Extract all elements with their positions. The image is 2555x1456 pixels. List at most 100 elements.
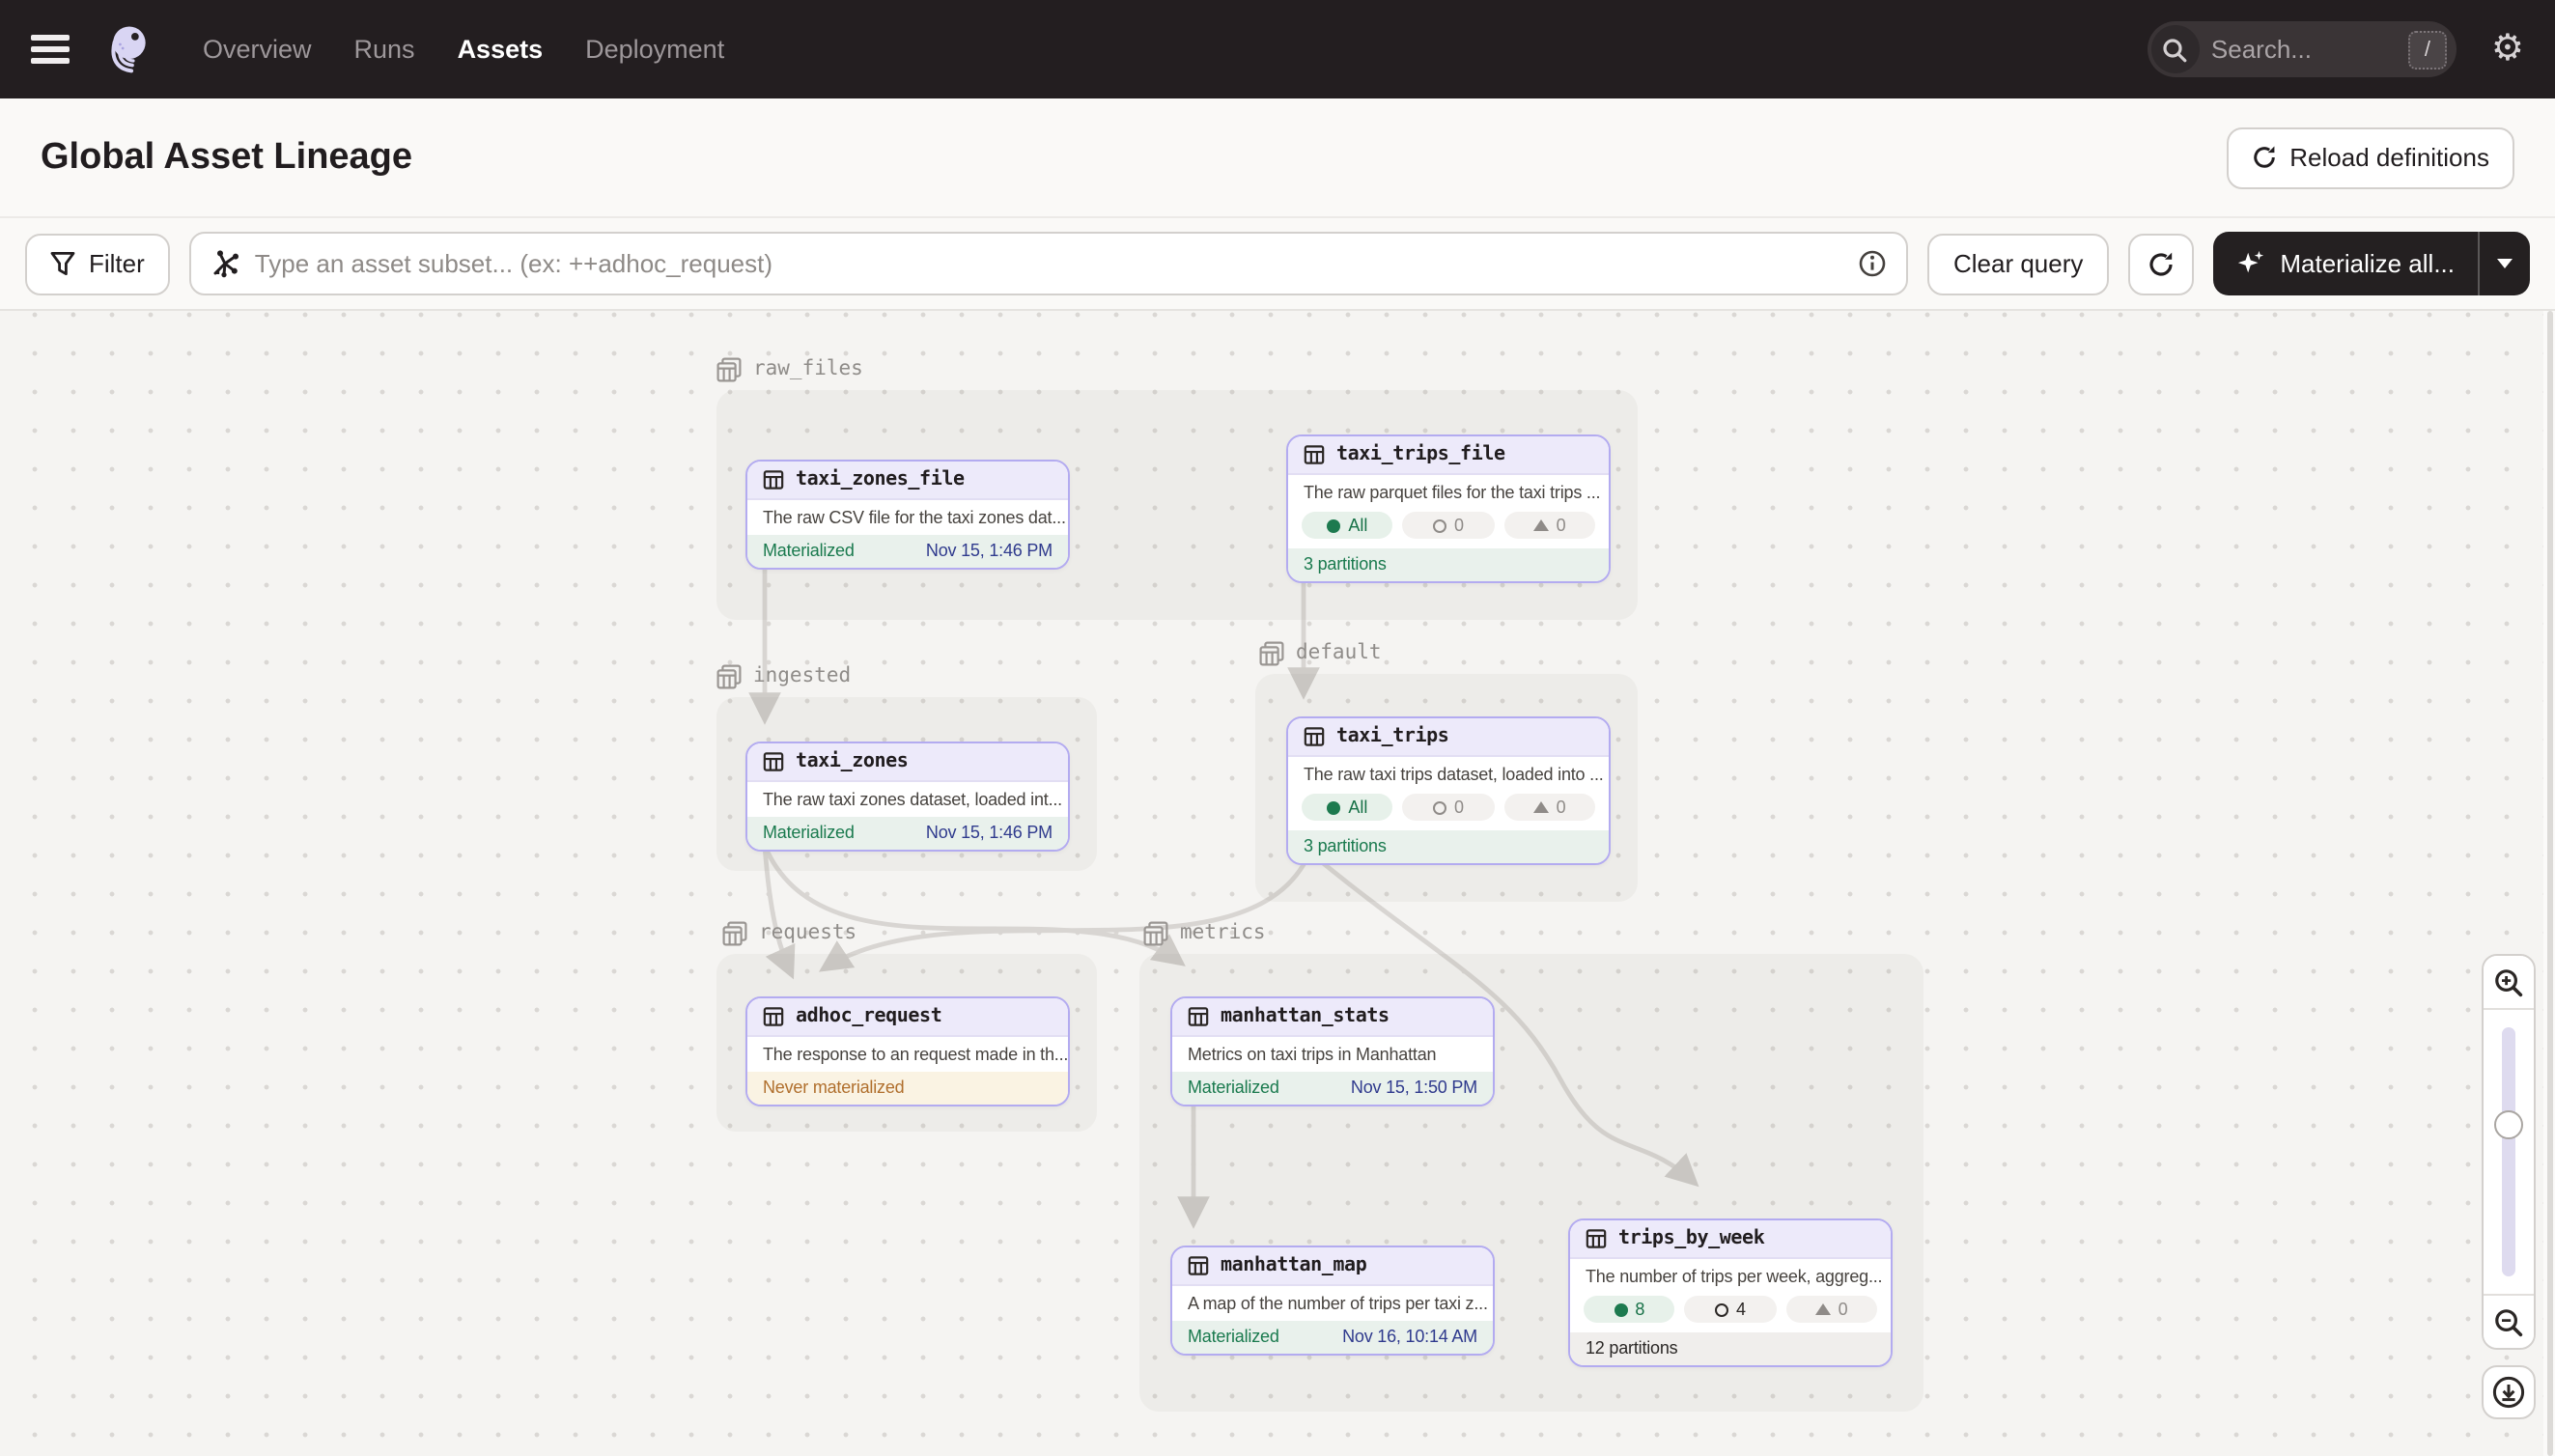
table-icon <box>1304 726 1325 747</box>
asset-query-input[interactable] <box>255 249 1843 278</box>
table-icon <box>763 1006 784 1027</box>
materialize-all-button[interactable]: Materialize all... <box>2212 232 2530 295</box>
group-tables-icon <box>722 920 747 945</box>
table-icon <box>1188 1255 1209 1276</box>
download-icon <box>2491 1375 2526 1410</box>
asset-description: The raw taxi trips dataset, loaded into … <box>1288 757 1609 792</box>
asset-status-footer: Never materialized <box>747 1072 1068 1105</box>
nav-link-overview[interactable]: Overview <box>203 35 312 64</box>
nav-right: / ⚙ <box>2148 21 2524 77</box>
group-label-metrics[interactable]: metrics <box>1143 917 1266 948</box>
search-box[interactable]: / <box>2148 21 2457 77</box>
asset-name: manhattan_map <box>1221 1255 1366 1276</box>
nav-link-deployment[interactable]: Deployment <box>585 35 724 64</box>
zoom-slider-track[interactable] <box>2502 1027 2515 1276</box>
lineage-canvas[interactable]: raw_files ingested default <box>0 309 2555 1456</box>
failed-pill: 0 <box>1785 1296 1877 1323</box>
group-label-raw-files[interactable]: raw_files <box>716 353 863 384</box>
refresh-button[interactable] <box>2127 233 2193 294</box>
asset-name: taxi_zones_file <box>796 469 965 490</box>
asset-description: The raw parquet files for the taxi trips… <box>1288 475 1609 510</box>
reload-icon <box>2251 145 2276 170</box>
status-label: Materialized <box>1188 1078 1279 1097</box>
materialized-pill: All <box>1302 794 1393 821</box>
reload-definitions-button[interactable]: Reload definitions <box>2226 126 2514 188</box>
asset-description: The raw CSV file for the taxi zones dat.… <box>747 500 1068 535</box>
asset-query-input-wrap <box>189 232 1909 295</box>
missing-pill: 0 <box>1403 794 1495 821</box>
nav-link-assets[interactable]: Assets <box>458 35 544 64</box>
settings-gear-icon[interactable]: ⚙ <box>2491 31 2524 68</box>
asset-node-trips-by-week[interactable]: trips_by_week The number of trips per we… <box>1568 1218 1893 1367</box>
partition-health-pills: 8 4 0 <box>1570 1294 1891 1332</box>
page-title: Global Asset Lineage <box>41 136 412 179</box>
clear-query-button[interactable]: Clear query <box>1928 233 2108 294</box>
table-icon <box>1304 444 1325 465</box>
asset-description: The response to an request made in th... <box>747 1037 1068 1072</box>
page-header: Global Asset Lineage Reload definitions <box>0 98 2555 218</box>
table-icon <box>1188 1006 1209 1027</box>
search-input[interactable] <box>2200 35 2408 64</box>
asset-node-manhattan-stats[interactable]: manhattan_stats Metrics on taxi trips in… <box>1170 996 1495 1106</box>
asset-status-footer: Materialized Nov 15, 1:50 PM <box>1172 1072 1493 1105</box>
asset-name: manhattan_stats <box>1221 1006 1390 1027</box>
asset-name: taxi_trips_file <box>1336 444 1505 465</box>
group-label-ingested[interactable]: ingested <box>716 660 851 691</box>
missing-pill: 4 <box>1685 1296 1777 1323</box>
table-icon <box>763 469 784 490</box>
materialization-timestamp: Nov 15, 1:50 PM <box>1351 1078 1477 1097</box>
materialized-pill: All <box>1302 512 1393 539</box>
partition-health-pills: All 0 0 <box>1288 510 1609 548</box>
slash-shortcut-key: / <box>2408 30 2447 69</box>
nav-link-runs[interactable]: Runs <box>354 35 415 64</box>
asset-name: adhoc_request <box>796 1006 941 1027</box>
materialize-dropdown-caret[interactable] <box>2478 232 2530 295</box>
sparkle-icon <box>2235 249 2264 278</box>
filter-button[interactable]: Filter <box>25 233 170 294</box>
group-tables-icon <box>1143 920 1168 945</box>
scrollbar-thumb[interactable] <box>2546 311 2552 1456</box>
refresh-icon <box>2147 250 2174 277</box>
missing-pill: 0 <box>1403 512 1495 539</box>
asset-node-manhattan-map[interactable]: manhattan_map A map of the number of tri… <box>1170 1246 1495 1356</box>
asset-name: taxi_trips <box>1336 726 1448 747</box>
asset-description: The number of trips per week, aggreg... <box>1570 1259 1891 1294</box>
asset-status-footer: Materialized Nov 15, 1:46 PM <box>747 817 1068 850</box>
materialized-pill: 8 <box>1584 1296 1675 1323</box>
status-label: Materialized <box>763 541 855 560</box>
partitions-footer: 12 partitions <box>1570 1332 1891 1365</box>
asset-node-taxi-zones-file[interactable]: taxi_zones_file The raw CSV file for the… <box>745 460 1070 570</box>
asset-name: trips_by_week <box>1618 1228 1764 1249</box>
asset-description: A map of the number of trips per taxi z.… <box>1172 1286 1493 1321</box>
zoom-out-button[interactable] <box>2484 1294 2534 1348</box>
table-icon <box>763 751 784 772</box>
zoom-out-icon <box>2493 1306 2524 1337</box>
asset-node-taxi-trips[interactable]: taxi_trips The raw taxi trips dataset, l… <box>1286 716 1611 865</box>
failed-pill: 0 <box>1503 512 1595 539</box>
group-label-requests[interactable]: requests <box>722 917 856 948</box>
asset-description: Metrics on taxi trips in Manhattan <box>1172 1037 1493 1072</box>
nav-links: Overview Runs Assets Deployment <box>203 35 724 64</box>
asset-node-taxi-zones[interactable]: taxi_zones The raw taxi zones dataset, l… <box>745 742 1070 852</box>
menu-icon[interactable] <box>31 36 70 63</box>
partitions-footer: 3 partitions <box>1288 548 1609 581</box>
group-label-default[interactable]: default <box>1259 637 1382 668</box>
partitions-footer: 3 partitions <box>1288 830 1609 863</box>
table-icon <box>1586 1228 1607 1249</box>
zoom-in-icon <box>2493 966 2524 997</box>
zoom-in-button[interactable] <box>2484 956 2534 1010</box>
group-tables-icon <box>716 663 742 688</box>
asset-name: taxi_zones <box>796 751 908 772</box>
search-icon <box>2151 25 2200 73</box>
info-icon[interactable] <box>1859 249 1888 278</box>
asset-status-footer: Materialized Nov 15, 1:46 PM <box>747 535 1068 568</box>
asset-node-taxi-trips-file[interactable]: taxi_trips_file The raw parquet files fo… <box>1286 434 1611 583</box>
zoom-slider-handle[interactable] <box>2494 1110 2523 1139</box>
zoom-slider[interactable] <box>2484 1010 2534 1294</box>
download-graph-button[interactable] <box>2482 1365 2536 1419</box>
asset-node-adhoc-request[interactable]: adhoc_request The response to an request… <box>745 996 1070 1106</box>
lineage-toolbar: Filter Clear query <box>0 218 2555 309</box>
filter-funnel-icon <box>50 251 75 276</box>
dagster-logo[interactable] <box>100 23 153 75</box>
asset-status-footer: Materialized Nov 16, 10:14 AM <box>1172 1321 1493 1354</box>
